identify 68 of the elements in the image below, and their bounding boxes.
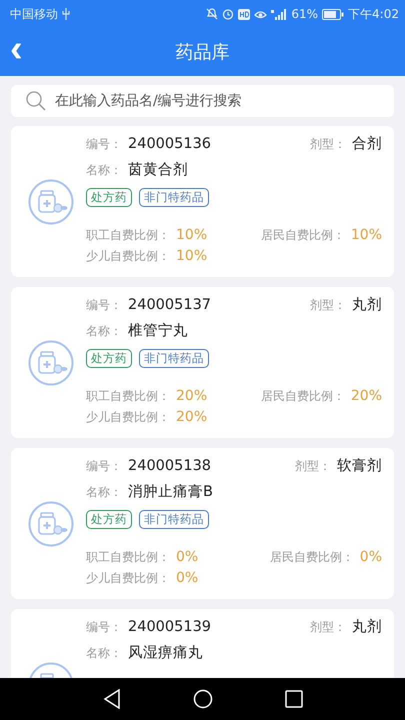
ratio-value: 10% [176, 227, 208, 243]
field-label: 编号： [86, 458, 122, 475]
drug-card[interactable]: 编号： 240005137 剂型： 丸剂 名称： 椎管宁丸 处方药 非门特药品 职工自费比例： 20% 居民自费比例： 20% 少儿自费比例： 20% [11, 287, 394, 438]
mute-icon [206, 8, 218, 20]
ratio-value: 20% [176, 409, 208, 425]
field-label: 编号： [86, 297, 122, 314]
carrier-name: 中国移动 [10, 6, 58, 22]
ratio-label: 少儿自费比例： [86, 409, 170, 426]
field-label: 名称： [86, 484, 122, 501]
eye-icon [254, 8, 268, 20]
field-label: 编号： [86, 619, 122, 636]
drug-code: 240005137 [128, 297, 212, 313]
back-nav-icon[interactable] [102, 689, 120, 709]
usb-icon [62, 8, 70, 20]
alarm-icon [222, 8, 234, 20]
ratio-label: 少儿自费比例： [86, 248, 170, 265]
drug-tag: 处方药 [86, 188, 132, 207]
hd-icon [238, 8, 250, 20]
drug-card[interactable]: 编号： 240005136 剂型： 合剂 名称： 茵黄合剂 处方药 非门特药品 职工自费比例： 10% 居民自费比例： 10% 少儿自费比例： 10% [11, 126, 394, 277]
ratio-label: 职工自费比例： [86, 388, 170, 405]
dosage-form: 软膏剂 [337, 456, 382, 475]
battery-icon [322, 8, 344, 20]
clock: 下午4:02 [348, 6, 399, 22]
home-nav-icon[interactable] [192, 689, 212, 709]
drug-name: 椎管宁丸 [128, 322, 188, 340]
field-label: 剂型： [310, 136, 346, 153]
ratio-value: 0% [360, 549, 382, 565]
ratio-label: 居民自费比例： [260, 388, 345, 405]
ratio-label: 职工自费比例： [86, 549, 170, 566]
battery-percent: 61% [291, 7, 318, 21]
back-button[interactable]: ‹ [0, 30, 33, 74]
search-field[interactable]: 在此输入药品名/编号进行搜索 [11, 85, 394, 117]
drug-card[interactable]: 编号： 240005138 剂型： 软膏剂 名称： 消肿止痛膏B 处方药 非门特药品 职工自费比例： 0% 居民自费比例： 0% 少儿自费比例： 0% [11, 448, 394, 599]
ratio-value: 0% [176, 570, 198, 586]
drug-tag: 处方药 [86, 349, 132, 368]
dosage-form: 合剂 [352, 134, 382, 153]
drug-code: 240005136 [128, 136, 212, 152]
ratio-value: 0% [176, 549, 198, 565]
drug-tag: 非门特药品 [139, 510, 209, 529]
field-label: 名称： [86, 162, 122, 179]
drug-name: 消肿止痛膏B [128, 483, 213, 501]
drug-tag: 非门特药品 [139, 349, 209, 368]
drug-tag: 处方药 [86, 510, 132, 529]
drug-name: 风湿痹痛丸 [128, 644, 203, 662]
drug-name: 茵黄合剂 [128, 160, 188, 179]
ratio-value: 10% [350, 227, 382, 243]
field-label: 名称： [86, 323, 122, 340]
field-label: 剂型： [295, 458, 331, 475]
ratio-value: 10% [176, 248, 208, 264]
drug-card[interactable]: 编号： 240005139 剂型： 丸剂 名称： 风湿痹痛丸 [11, 609, 394, 678]
ratio-value: 20% [176, 388, 208, 404]
page-title: 药品库 [176, 41, 230, 64]
ratio-value: 20% [350, 388, 382, 404]
signal-icon [271, 8, 288, 20]
field-label: 剂型： [310, 297, 346, 314]
field-label: 编号： [86, 136, 122, 153]
ratio-label: 职工自费比例： [86, 227, 170, 244]
ratio-label: 居民自费比例： [270, 549, 354, 566]
drug-code: 240005138 [128, 458, 212, 474]
field-label: 名称： [86, 645, 122, 662]
ratio-label: 少儿自费比例： [86, 570, 170, 587]
ratio-label: 居民自费比例： [260, 227, 345, 244]
dosage-form: 丸剂 [352, 296, 382, 314]
drug-tag: 非门特药品 [139, 188, 209, 207]
dosage-form: 丸剂 [352, 618, 382, 636]
drug-code: 240005139 [128, 619, 212, 635]
field-label: 剂型： [310, 619, 346, 636]
recents-nav-icon[interactable] [284, 690, 302, 708]
